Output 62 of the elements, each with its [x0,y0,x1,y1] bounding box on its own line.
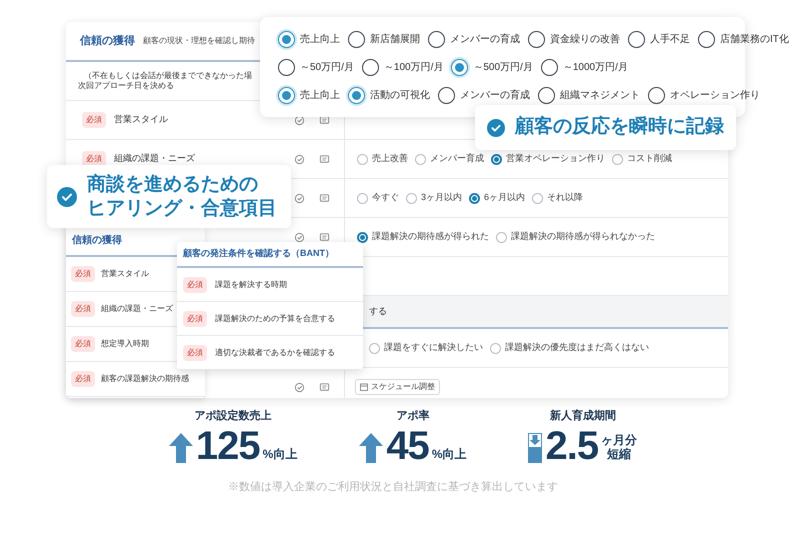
radio-option[interactable]: ～1000万円/月 [540,58,628,76]
radio-option[interactable]: 資金繰りの改善 [528,30,620,48]
radio-option[interactable]: 課題解決の期待感が得られなかった [496,230,655,244]
stat-unit: %向上 [262,446,298,460]
stat-unit: ヶ月分 短縮 [601,432,638,460]
radio-option[interactable]: メンバーの育成 [428,30,520,48]
radio-option[interactable]: 3ヶ月以内 [406,191,462,205]
stat-value: 45 [386,424,429,466]
item-label: 営業スタイル [101,268,149,280]
radio-option[interactable]: 組織マネジメント [538,86,640,104]
radio-option[interactable]: それ以降 [532,191,584,205]
section-label: する [368,304,387,318]
stat-label: アポ設定数売上 [194,408,272,424]
item-label: 適切な決裁者であるかを確認する [215,346,335,358]
radio-option[interactable]: 売上改善 [357,152,408,166]
radio-option[interactable]: 課題をすぐに解決したい [369,341,483,355]
radio-option[interactable]: 売上向上 [278,30,340,48]
required-badge: 必須 [183,344,207,360]
section-title: 信頼の獲得 [72,234,122,248]
radio-option[interactable]: メンバーの育成 [438,86,530,104]
required-badge: 必須 [71,266,95,282]
stat-value: 125 [196,424,260,466]
section-title: 信頼の獲得 [80,34,135,49]
note-text: （不在もしくは会話が最後までできなかった場 次回アプローチ日を決める [77,71,252,91]
item-label: 想定導入時期 [101,338,149,350]
radio-option[interactable]: ～50万円/月 [278,58,354,76]
section-subtitle: 顧客の現状・理想を確認し期待 [143,35,255,47]
radio-option[interactable]: ～100万円/月 [362,58,444,76]
radio-option[interactable]: 6ヶ月以内 [469,191,526,205]
item-label: 営業スタイル [114,113,168,126]
item-label: 組織の課題・ニーズ [101,303,173,315]
radio-option[interactable]: 営業オペレーション作り [491,152,605,166]
radio-option[interactable]: 店舗業務のIT化 [698,30,789,48]
callout-text: 商談を進めるための ヒアリング・合意項目 [87,172,277,220]
schedule-button[interactable]: スケジュール調整 [355,379,440,395]
item-label: 組織の課題・ニーズ [114,152,195,166]
stat-unit: %向上 [432,446,466,460]
radio-option[interactable]: コスト削減 [612,152,672,166]
card-title: 顧客の発注条件を確認する（BANT） [183,247,334,260]
radio-option[interactable]: メンバー育成 [415,152,484,166]
radio-option[interactable]: 売上向上 [278,86,340,104]
radio-option[interactable]: 今すぐ [357,191,399,205]
required-badge: 必須 [71,336,95,352]
callout-text: 顧客の反応を瞬時に記録 [515,114,724,140]
item-label: 課題を解決する時期 [215,278,287,290]
stat-label: アポ率 [396,408,430,424]
stat-value: 2.5 [545,424,598,466]
footnote: ※数値は導入企業のご利用状況と自社調査に基づき算出しています [227,480,559,494]
required-badge: 必須 [183,276,207,292]
required-badge: 必須 [183,310,207,326]
radio-option[interactable]: 人手不足 [628,30,690,48]
radio-option[interactable]: ～500万円/月 [451,58,533,76]
required-badge: 必須 [82,112,106,128]
required-badge: 必須 [71,371,95,387]
item-label: 顧客の課題解決の期待感 [101,373,189,385]
stat-label: 新人育成期間 [550,408,616,424]
radio-option[interactable]: オペレーション作り [648,86,760,104]
radio-option[interactable]: 課題解決の優先度はまだ高くはない [490,341,649,355]
item-label: 課題解決のための予算を合意する [215,312,335,324]
required-badge: 必須 [71,301,95,317]
radio-option[interactable]: 新店舗展開 [348,30,420,48]
radio-option[interactable]: 活動の可視化 [348,86,430,104]
